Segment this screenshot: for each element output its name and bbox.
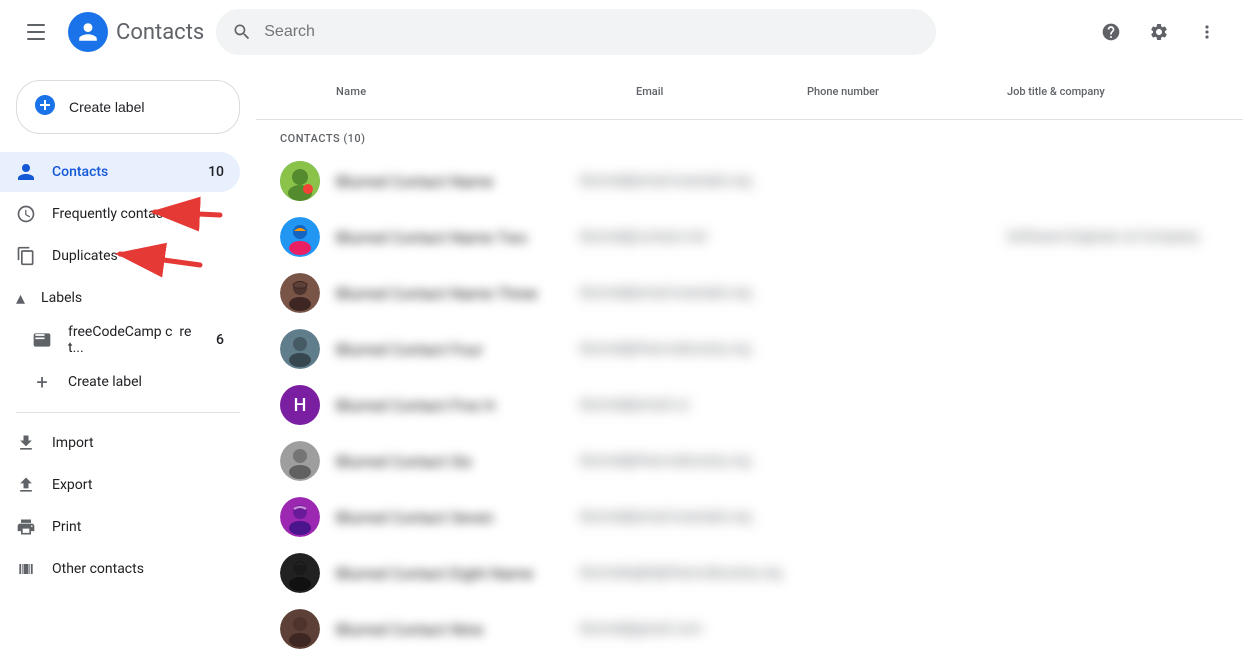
create-label-label: Create label [68, 374, 224, 390]
avatar [280, 217, 320, 257]
col-header-name: Name [336, 85, 636, 98]
contact-email: blurred@email.example.org [580, 509, 807, 525]
import-icon [16, 433, 36, 453]
contact-name: Blurred Contact Five H [336, 396, 580, 415]
table-row[interactable]: H Blurred Contact Five H blurred@email.c… [256, 377, 1243, 433]
contact-name: Blurred Contact Nine [336, 620, 580, 639]
sidebar-item-freeCodeCamp[interactable]: freeCodeCamp c re t... 6 [0, 320, 240, 360]
contact-name: Blurred Contact Eight Name [336, 564, 580, 583]
label-icon [32, 330, 52, 350]
chevron-up-icon: ▴ [16, 288, 25, 309]
import-label: Import [52, 435, 224, 451]
search-input[interactable] [264, 23, 920, 41]
contact-name: Blurred Contact Seven [336, 508, 580, 527]
create-contact-button[interactable]: Create label [16, 80, 240, 134]
export-icon [16, 475, 36, 495]
table-row[interactable]: Blurred Contact Name Three blurred@email… [256, 265, 1243, 321]
contacts-count: CONTACTS (10) [256, 120, 1243, 153]
settings-button[interactable] [1139, 12, 1179, 52]
help-button[interactable] [1091, 12, 1131, 52]
search-icon [232, 22, 252, 42]
freeCodeCamp-label: freeCodeCamp c re t... [68, 324, 200, 356]
col-header-job: Job title & company [1007, 85, 1227, 98]
avatar [280, 273, 320, 313]
add-label-icon: + [32, 372, 52, 392]
more-options-button[interactable] [1187, 12, 1227, 52]
contacts-label: Contacts [52, 164, 192, 180]
sidebar-item-export[interactable]: Export [0, 465, 240, 505]
sidebar-item-print[interactable]: Print [0, 507, 240, 547]
sidebar-item-contacts[interactable]: Contacts 10 [0, 152, 240, 192]
logo-area: Contacts [68, 12, 204, 52]
help-icon [1101, 22, 1121, 42]
print-icon [16, 517, 36, 537]
settings-icon [1149, 22, 1169, 42]
avatar [280, 553, 320, 593]
avatar [280, 441, 320, 481]
sidebar-divider [16, 412, 240, 413]
content-area: Name Email Phone number Job title & comp… [256, 64, 1243, 650]
table-row[interactable]: Blurred Contact Name Two blurred@contact… [256, 209, 1243, 265]
contact-name: Blurred Contact Six [336, 452, 580, 471]
contact-name: Blurred Contact Four [336, 340, 580, 359]
table-row[interactable]: Blurred Contact Name blurred@email.examp… [256, 153, 1243, 209]
sidebar-item-import[interactable]: Import [0, 423, 240, 463]
other-contacts-icon [16, 559, 36, 579]
labels-section-header[interactable]: ▴ Labels [0, 278, 240, 318]
avatar: H [280, 385, 320, 425]
table-row[interactable]: Blurred Contact Seven blurred@email.exam… [256, 489, 1243, 545]
contact-name: Blurred Contact Name Three [336, 284, 580, 303]
contact-email: blurred@contact.net [580, 229, 807, 245]
duplicates-label: Duplicates [52, 248, 224, 264]
export-label: Export [52, 477, 224, 493]
contact-email: blurred@email.example.org [580, 173, 807, 189]
topbar-actions [1091, 12, 1227, 52]
app-title: Contacts [116, 20, 204, 45]
frequently-contacted-label: Frequently contacted [52, 206, 224, 222]
sidebar: Create label Contacts 10 Frequently cont… [0, 64, 256, 650]
hamburger-button[interactable] [16, 12, 56, 52]
main-layout: Create label Contacts 10 Frequently cont… [0, 64, 1243, 650]
contact-email: blurred@email.co [580, 397, 807, 413]
search-bar[interactable] [216, 9, 936, 55]
contact-email: blurred@email.example.org [580, 285, 807, 301]
contact-name: Blurred Contact Name [336, 172, 580, 191]
app-logo [68, 12, 108, 52]
avatar [280, 161, 320, 201]
person-icon [16, 162, 36, 182]
avatar [280, 497, 320, 537]
create-contact-label: Create label [69, 99, 145, 115]
sidebar-item-other-contacts[interactable]: Other contacts [0, 549, 240, 589]
table-row[interactable]: Blurred Contact Eight Name blurredeight@… [256, 545, 1243, 601]
col-header-email: Email [636, 85, 807, 98]
more-vertical-icon [1197, 22, 1217, 42]
copy-icon [16, 246, 36, 266]
contacts-badge: 10 [208, 164, 224, 180]
other-contacts-label: Other contacts [52, 561, 224, 577]
table-row[interactable]: Blurred Contact Six blurred@freecodecamp… [256, 433, 1243, 489]
contact-name: Blurred Contact Name Two [336, 228, 580, 247]
column-headers: Name Email Phone number Job title & comp… [256, 64, 1243, 120]
sidebar-item-create-label[interactable]: + Create label [0, 362, 240, 402]
sidebar-item-duplicates[interactable]: Duplicates [0, 236, 240, 276]
labels-header-label: Labels [41, 290, 82, 306]
table-row[interactable]: Blurred Contact Four blurred@freecodecam… [256, 321, 1243, 377]
avatar [280, 329, 320, 369]
plus-icon [33, 93, 57, 121]
contact-email: blurredeight@freecodecamp.org [580, 565, 807, 581]
avatar [280, 609, 320, 649]
sidebar-item-frequently-contacted[interactable]: Frequently contacted [0, 194, 240, 234]
hamburger-icon [27, 24, 45, 40]
clock-icon [16, 204, 36, 224]
contact-job: Software Engineer at Company [1007, 229, 1227, 245]
contact-email: blurred@gmail.com [580, 621, 807, 637]
freeCodeCamp-badge: 6 [216, 332, 224, 348]
contact-email: blurred@freecodecamp.org [580, 341, 807, 357]
print-label: Print [52, 519, 224, 535]
table-row[interactable]: Blurred Contact Nine blurred@gmail.com [256, 601, 1243, 650]
col-header-phone: Phone number [807, 85, 1007, 98]
topbar: Contacts [0, 0, 1243, 64]
contact-email: blurred@freecodecamp.org [580, 453, 807, 469]
